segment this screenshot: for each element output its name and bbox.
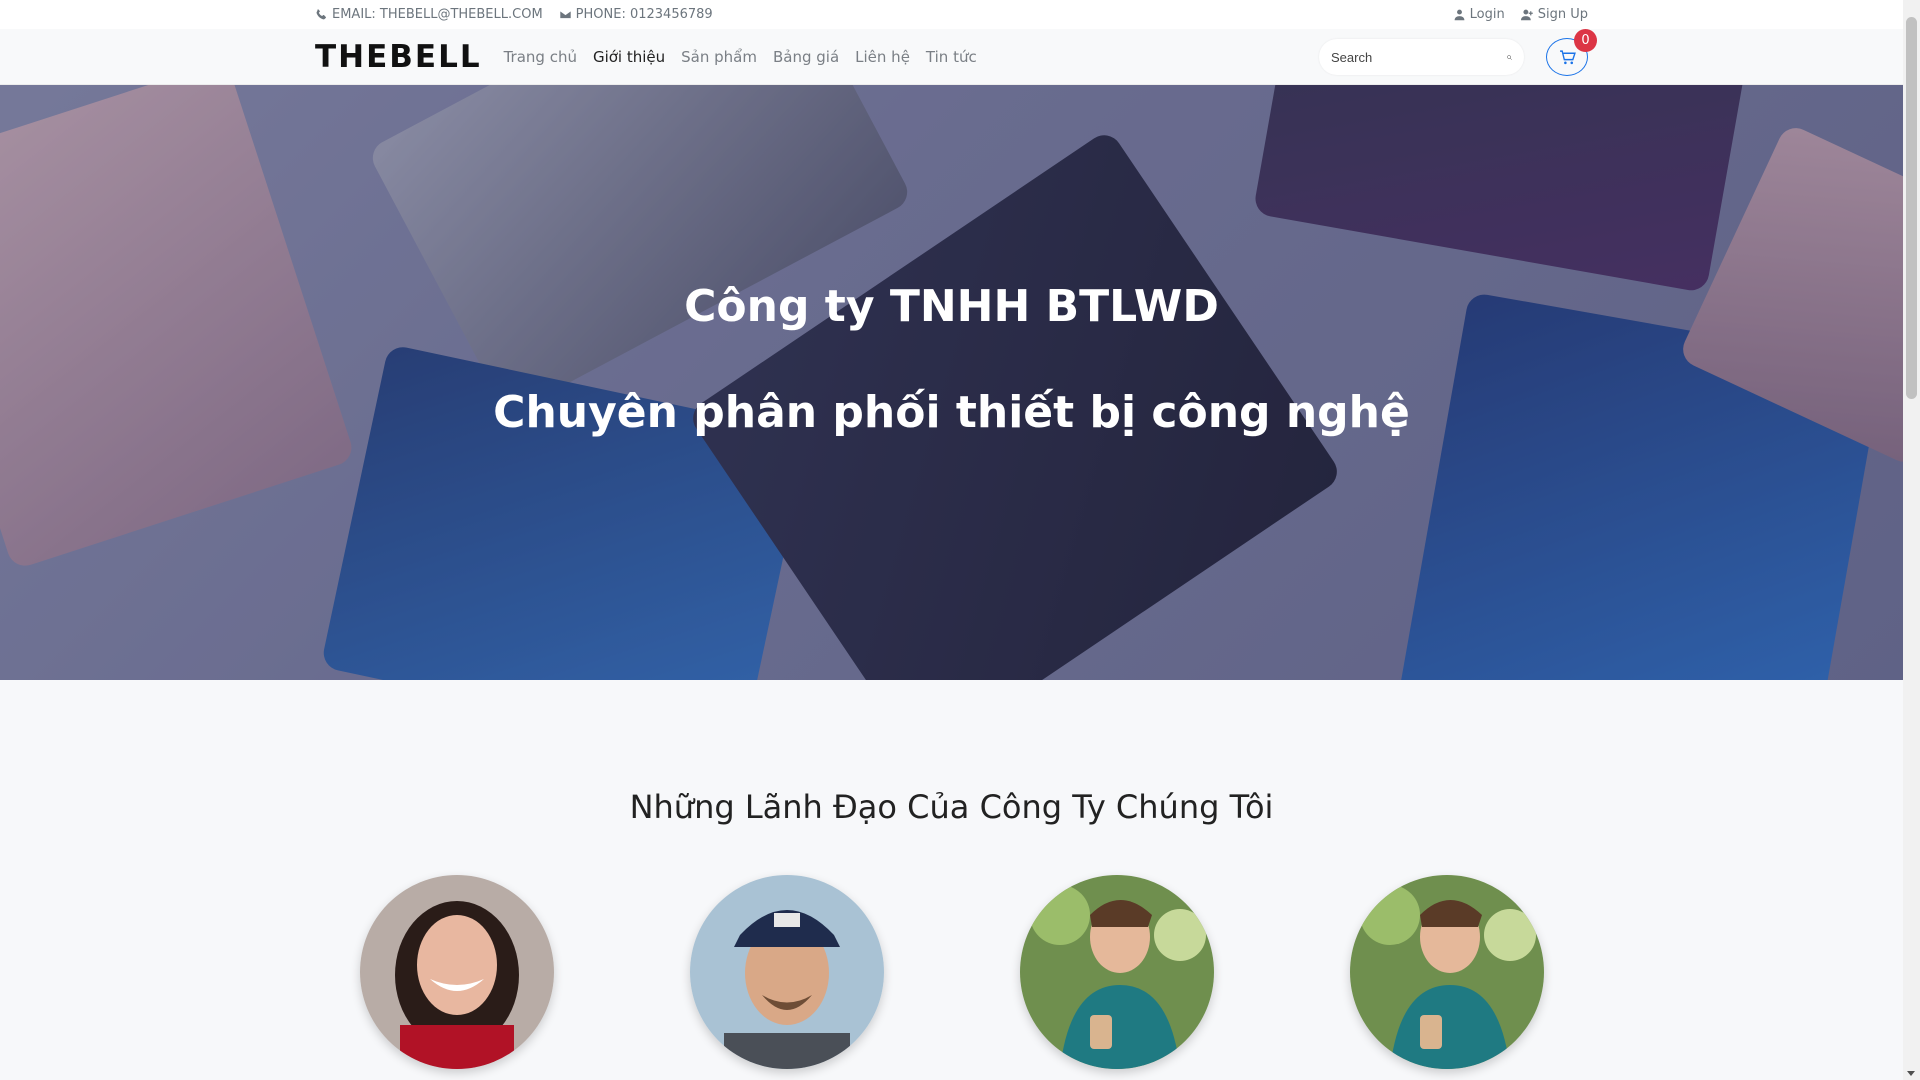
cart-icon [1559, 49, 1576, 64]
hero-banner: Công ty TNHH BTLWD Chuyên phân phối thiế… [0, 85, 1903, 680]
search-input[interactable] [1331, 49, 1507, 65]
vertical-scrollbar[interactable] [1903, 0, 1920, 1080]
phone-info[interactable]: PHONE: 0123456789 [558, 7, 713, 22]
leaders-heading: Những Lãnh Đạo Của Công Ty Chúng Tôi [629, 788, 1274, 826]
phone-text: PHONE: 0123456789 [575, 7, 713, 22]
email-text: EMAIL: THEBELL@THEBELL.COM [332, 7, 543, 22]
menu-item-gioi-thieu[interactable]: Giới thiệu [593, 48, 665, 66]
user-plus-icon [1520, 9, 1533, 21]
menu-item-lien-he[interactable]: Liên hệ [855, 48, 910, 66]
search-icon[interactable] [1507, 50, 1512, 65]
hero-overlay [0, 85, 1903, 680]
signup-label: Sign Up [1537, 7, 1588, 22]
menu-item-san-pham[interactable]: Sản phẩm [681, 48, 757, 66]
avatar [1020, 875, 1214, 1069]
envelope-icon [558, 9, 572, 20]
hero-title: Công ty TNHH BTLWD [684, 281, 1219, 332]
login-label: Login [1469, 7, 1505, 22]
menu-item-trang-chu[interactable]: Trang chủ [504, 48, 577, 66]
scroll-down-arrow-icon[interactable] [1907, 1071, 1915, 1076]
avatar [360, 875, 554, 1069]
brand-logo[interactable]: THEBELL [315, 39, 482, 75]
signup-link[interactable]: Sign Up [1520, 7, 1588, 22]
user-icon [1454, 9, 1465, 21]
phone-icon [316, 9, 326, 20]
cart-count-badge: 0 [1574, 29, 1597, 52]
hero-subtitle: Chuyên phân phối thiết bị công nghệ [493, 387, 1410, 438]
search-box [1319, 39, 1524, 75]
menu-item-bang-gia[interactable]: Bảng giá [773, 48, 839, 66]
page: EMAIL: THEBELL@THEBELL.COM PHONE: 012345… [0, 0, 1903, 1080]
menu-item-tin-tuc[interactable]: Tin tức [926, 48, 977, 66]
avatar [1350, 875, 1544, 1069]
avatar [690, 875, 884, 1069]
scrollbar-thumb[interactable] [1906, 17, 1917, 399]
login-link[interactable]: Login [1453, 7, 1505, 22]
main-menu: Trang chủ Giới thiệu Sản phẩm Bảng giá L… [504, 48, 977, 66]
main-navbar: THEBELL Trang chủ Giới thiệu Sản phẩm Bả… [0, 29, 1903, 85]
cart-button[interactable]: 0 [1546, 29, 1597, 76]
email-info[interactable]: EMAIL: THEBELL@THEBELL.COM [315, 7, 543, 22]
top-info-bar: EMAIL: THEBELL@THEBELL.COM PHONE: 012345… [0, 0, 1903, 29]
